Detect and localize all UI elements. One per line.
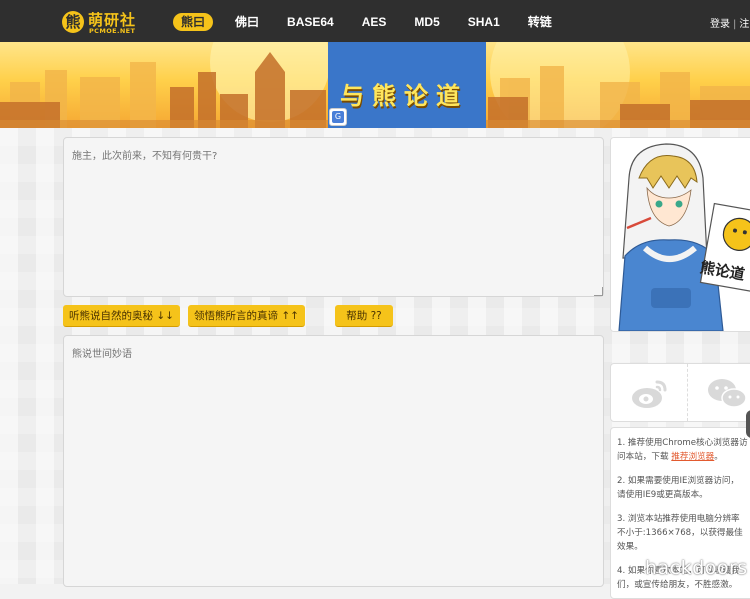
decode-button[interactable]: 领悟熊所言的真谛 ↑↑ bbox=[188, 305, 305, 327]
watermark-text: hackdoors bbox=[645, 557, 748, 579]
help-button[interactable]: 帮助 ?? bbox=[335, 305, 393, 327]
logo-subtitle: PCMOE.NET bbox=[89, 27, 136, 35]
nav-item-base64[interactable]: BASE64 bbox=[281, 13, 340, 31]
tip-item: 1. 推荐使用Chrome核心浏览器访 问本站，下载 推荐浏览器。 bbox=[617, 438, 748, 462]
register-link[interactable]: 注 bbox=[739, 19, 749, 30]
login-link[interactable]: 登录 bbox=[710, 19, 730, 30]
auth-separator: | bbox=[733, 19, 737, 30]
bear-hoodie-mascot-illustration bbox=[611, 138, 750, 331]
tip-item: 2. 如果需要使用IE浏览器访问， 请使用IE9或更高版本。 bbox=[617, 476, 740, 500]
plaintext-input[interactable] bbox=[63, 137, 604, 297]
nav-item-md5[interactable]: MD5 bbox=[408, 13, 445, 31]
hero-banner: 与熊论道 bbox=[0, 42, 750, 128]
wechat-icon[interactable] bbox=[706, 376, 748, 410]
encode-button[interactable]: 听熊说自然的奥秘 ↓↓ bbox=[63, 305, 180, 327]
tip-item: 3. 浏览本站推荐使用电脑分辨率 不小于:1366×768，以获得最佳 效果。 bbox=[617, 514, 743, 552]
top-navbar: 熊 萌研社 PCMOE.NET 熊曰 佛曰 BASE64 AES MD5 SHA… bbox=[0, 0, 750, 42]
recommended-browser-link[interactable]: 推荐浏览器 bbox=[671, 452, 714, 462]
mascot-card: 熊论道 bbox=[610, 137, 750, 332]
weibo-icon[interactable] bbox=[629, 376, 669, 410]
banner-title: 与熊论道 bbox=[340, 82, 468, 110]
social-share-card bbox=[610, 363, 750, 422]
nav-item-sha1[interactable]: SHA1 bbox=[462, 13, 506, 31]
nav-item-bear[interactable]: 熊曰 bbox=[173, 13, 214, 31]
nav-item-buddha[interactable]: 佛曰 bbox=[229, 13, 265, 31]
translate-icon[interactable]: G bbox=[329, 108, 347, 126]
bear-logo-icon: 熊 bbox=[62, 11, 84, 33]
ciphertext-output[interactable] bbox=[63, 335, 604, 587]
nav-item-aes[interactable]: AES bbox=[356, 13, 393, 31]
nav-item-shortlink[interactable]: 转链 bbox=[522, 13, 558, 31]
auth-links: 登录 | 注 bbox=[710, 15, 749, 30]
input-resize-handle[interactable] bbox=[594, 287, 603, 296]
main-nav: 熊曰 佛曰 BASE64 AES MD5 SHA1 转链 bbox=[173, 13, 574, 33]
site-logo[interactable]: 熊 萌研社 PCMOE.NET bbox=[62, 9, 136, 35]
social-divider bbox=[687, 364, 688, 421]
sidebar-toggle-handle[interactable] bbox=[746, 410, 750, 438]
